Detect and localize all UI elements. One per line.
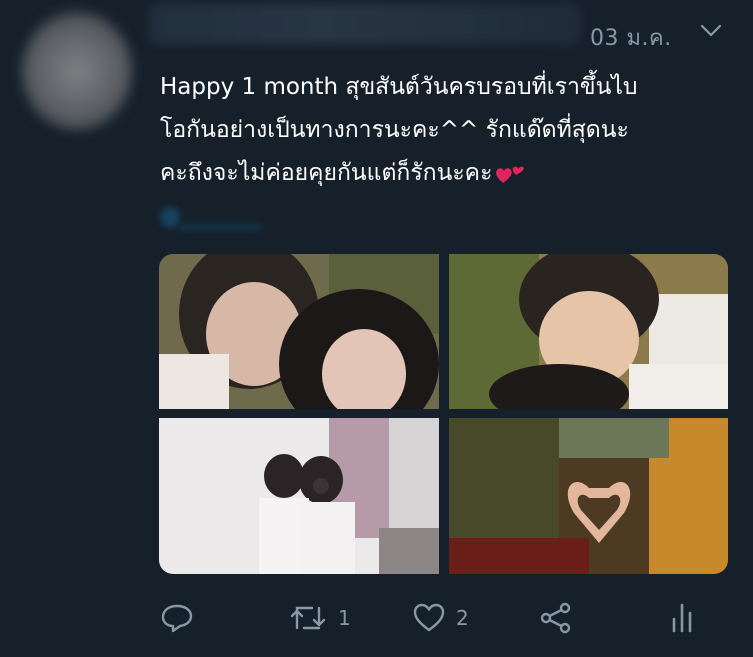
tweet-photo[interactable]	[449, 254, 728, 409]
heart-icon	[413, 603, 445, 632]
tweet-photo[interactable]	[159, 254, 439, 409]
retweet-button[interactable]: 1	[288, 598, 351, 638]
like-button[interactable]: 2	[412, 598, 469, 638]
analytics-button[interactable]	[668, 598, 698, 638]
share-button[interactable]	[538, 598, 574, 638]
tweet-text-line: Happy 1 month สุขสันต์วันครบรอบที่เราขึ้…	[160, 74, 638, 100]
retweet-icon	[290, 606, 326, 630]
author-name-blurred[interactable]	[150, 4, 580, 44]
chevron-down-icon[interactable]	[700, 24, 722, 38]
reply-button[interactable]	[160, 598, 194, 638]
mention-link-blurred[interactable]: @________	[160, 204, 380, 234]
two-hearts-emoji	[496, 166, 525, 183]
tweet-timestamp[interactable]: 03 ม.ค.	[590, 20, 672, 55]
tweet-actions: 1 2	[160, 598, 720, 638]
share-icon	[540, 602, 571, 634]
tweet-text-line: คะถึงจะไม่ค่อยคุยกันแต่ก็รักนะคะ	[160, 152, 735, 195]
tweet-text: Happy 1 month สุขสันต์วันครบรอบที่เราขึ้…	[160, 66, 735, 195]
reply-icon	[161, 604, 193, 633]
avatar[interactable]	[22, 12, 132, 130]
retweet-count: 1	[338, 606, 351, 630]
tweet-photo[interactable]	[449, 418, 728, 574]
analytics-icon	[672, 603, 692, 633]
tweet-text-line: โอกันอย่างเป็นทางการนะคะ^^ รักแด๊ดที่สุด…	[160, 117, 629, 143]
tweet-photo[interactable]	[159, 418, 439, 574]
like-count: 2	[456, 606, 469, 630]
photo-grid	[159, 254, 728, 574]
